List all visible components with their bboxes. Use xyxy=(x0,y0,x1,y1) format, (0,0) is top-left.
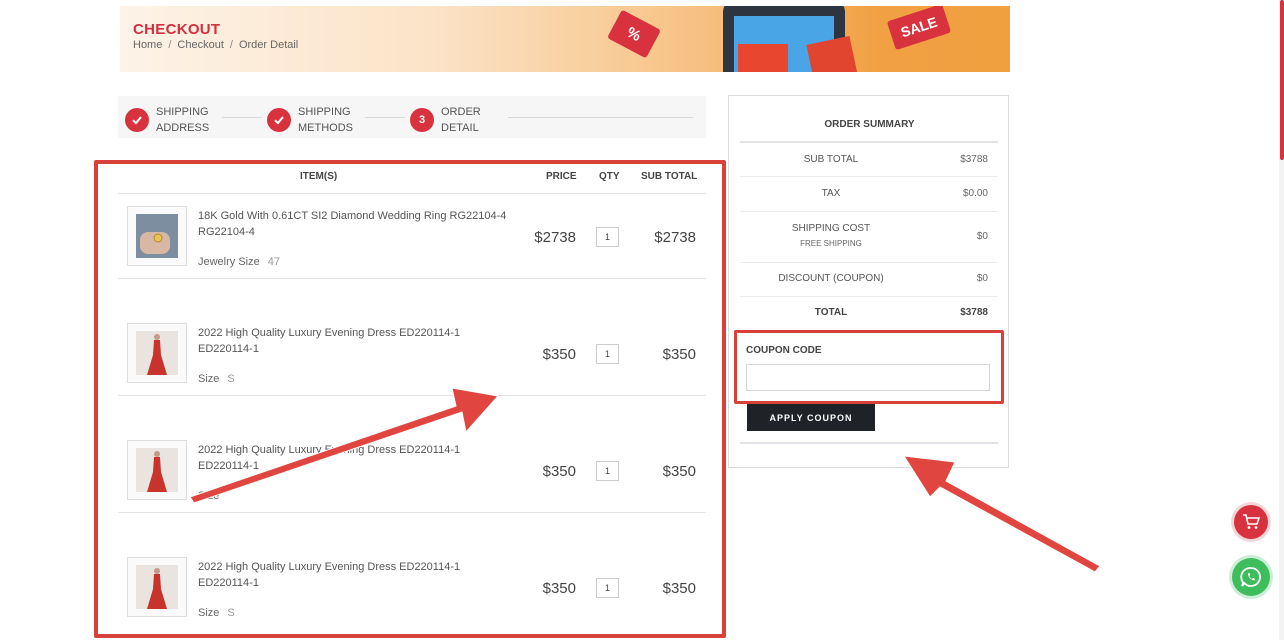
order-summary-title: ORDER SUMMARY xyxy=(824,119,915,130)
divider xyxy=(118,278,706,279)
product-name[interactable]: 2022 High Quality Luxury Evening Dress E… xyxy=(198,325,508,357)
summary-value: $0.00 xyxy=(962,188,988,199)
quantity-field[interactable]: 1 xyxy=(596,461,619,481)
step-order-detail: 3 ORDER DETAIL xyxy=(410,104,505,136)
summary-label: DISCOUNT (COUPON) xyxy=(778,273,884,284)
breadcrumb-checkout[interactable]: Checkout xyxy=(177,39,223,51)
breadcrumb-separator: / xyxy=(168,39,172,51)
summary-value: $3788 xyxy=(960,307,988,318)
summary-value: $0 xyxy=(976,273,988,284)
annotation-highlight-box xyxy=(734,330,1004,404)
dress-image xyxy=(136,331,178,375)
column-header-subtotal: SUB TOTAL xyxy=(641,171,698,182)
quantity-field[interactable]: 1 xyxy=(596,344,619,364)
divider xyxy=(740,442,998,444)
cart-row: 2022 High Quality Luxury Evening Dress E… xyxy=(118,545,706,640)
step-label: ORDER DETAIL xyxy=(441,106,481,134)
checkout-banner: CHECKOUT Home / Checkout / Order Detail … xyxy=(120,6,1010,72)
dress-image xyxy=(136,448,178,492)
divider xyxy=(118,512,706,513)
divider xyxy=(740,211,998,212)
annotation-arrow xyxy=(903,455,1101,573)
summary-value: $0 xyxy=(976,231,988,242)
whatsapp-button[interactable] xyxy=(1232,558,1270,596)
percent-tag-graphic: % xyxy=(607,9,661,59)
step-number: 3 xyxy=(410,108,434,132)
breadcrumb-current: Order Detail xyxy=(238,39,299,51)
check-icon xyxy=(125,108,149,132)
product-attribute: Size S xyxy=(198,373,235,385)
product-price: $350 xyxy=(542,580,576,597)
step-shipping-methods[interactable]: SHIPPING METHODS xyxy=(267,104,362,136)
product-price: $2738 xyxy=(534,229,576,246)
column-header-price: PRICE xyxy=(546,171,577,182)
product-thumbnail[interactable] xyxy=(127,440,187,500)
step-connector xyxy=(222,117,262,118)
summary-label: TAX xyxy=(821,188,841,199)
product-thumbnail[interactable] xyxy=(127,206,187,266)
product-name[interactable]: 2022 High Quality Luxury Evening Dress E… xyxy=(198,442,508,474)
divider xyxy=(740,141,998,143)
product-subtotal: $2738 xyxy=(654,229,696,246)
divider xyxy=(118,395,706,396)
summary-label: SUB TOTAL xyxy=(803,154,859,165)
ring-image xyxy=(136,214,178,258)
product-thumbnail[interactable] xyxy=(127,323,187,383)
breadcrumb: Home / Checkout / Order Detail xyxy=(133,39,298,51)
breadcrumb-separator: / xyxy=(229,39,233,51)
scrollbar-thumb[interactable] xyxy=(1280,0,1284,160)
summary-value: $3788 xyxy=(960,154,988,165)
step-label: SHIPPING ADDRESS xyxy=(156,106,210,134)
apply-coupon-button[interactable]: APPLY COUPON xyxy=(747,404,875,431)
divider xyxy=(740,262,998,263)
checkout-steps: SHIPPING ADDRESS SHIPPING METHODS 3 ORDER D… xyxy=(118,96,706,138)
product-subtotal: $350 xyxy=(662,580,696,597)
check-icon xyxy=(267,108,291,132)
sale-tag-graphic: SALE xyxy=(886,6,952,51)
quantity-field[interactable]: 1 xyxy=(596,578,619,598)
quantity-field[interactable]: 1 xyxy=(596,227,619,247)
divider xyxy=(740,296,998,297)
step-connector xyxy=(365,117,405,118)
cart-table: ITEM(S) PRICE QTY SUB TOTAL 18K Gold Wit… xyxy=(94,160,726,640)
step-label: SHIPPING METHODS xyxy=(298,106,353,134)
summary-label: SHIPPING COST xyxy=(791,223,871,234)
product-price: $350 xyxy=(542,463,576,480)
product-subtotal: $350 xyxy=(662,346,696,363)
product-attribute: Size xyxy=(198,490,220,502)
product-thumbnail[interactable] xyxy=(127,557,187,617)
column-header-items: ITEM(S) xyxy=(300,171,338,182)
column-header-qty: QTY xyxy=(599,171,620,182)
product-subtotal: $350 xyxy=(662,463,696,480)
cart-icon xyxy=(1243,514,1260,529)
cart-row: 2022 High Quality Luxury Evening Dress E… xyxy=(118,311,706,411)
product-price: $350 xyxy=(542,346,576,363)
floating-cart-button[interactable] xyxy=(1234,505,1268,539)
breadcrumb-home[interactable]: Home xyxy=(133,39,162,51)
cart-row: 2022 High Quality Luxury Evening Dress E… xyxy=(118,428,706,528)
product-attribute: Size S xyxy=(198,607,235,619)
dress-image xyxy=(136,565,178,609)
divider xyxy=(740,176,998,177)
step-connector xyxy=(508,117,693,118)
product-attribute: Jewelry Size 47 xyxy=(198,256,280,268)
page-title: CHECKOUT xyxy=(133,21,221,38)
summary-label: TOTAL xyxy=(814,307,848,318)
cart-row: 18K Gold With 0.61CT SI2 Diamond Wedding… xyxy=(118,194,706,294)
summary-sublabel: FREE SHIPPING xyxy=(800,239,862,248)
gift-box-graphic xyxy=(738,44,788,72)
product-name[interactable]: 18K Gold With 0.61CT SI2 Diamond Wedding… xyxy=(198,208,508,240)
step-shipping-address[interactable]: SHIPPING ADDRESS xyxy=(125,104,220,136)
product-name[interactable]: 2022 High Quality Luxury Evening Dress E… xyxy=(198,559,508,591)
whatsapp-icon xyxy=(1240,567,1261,587)
